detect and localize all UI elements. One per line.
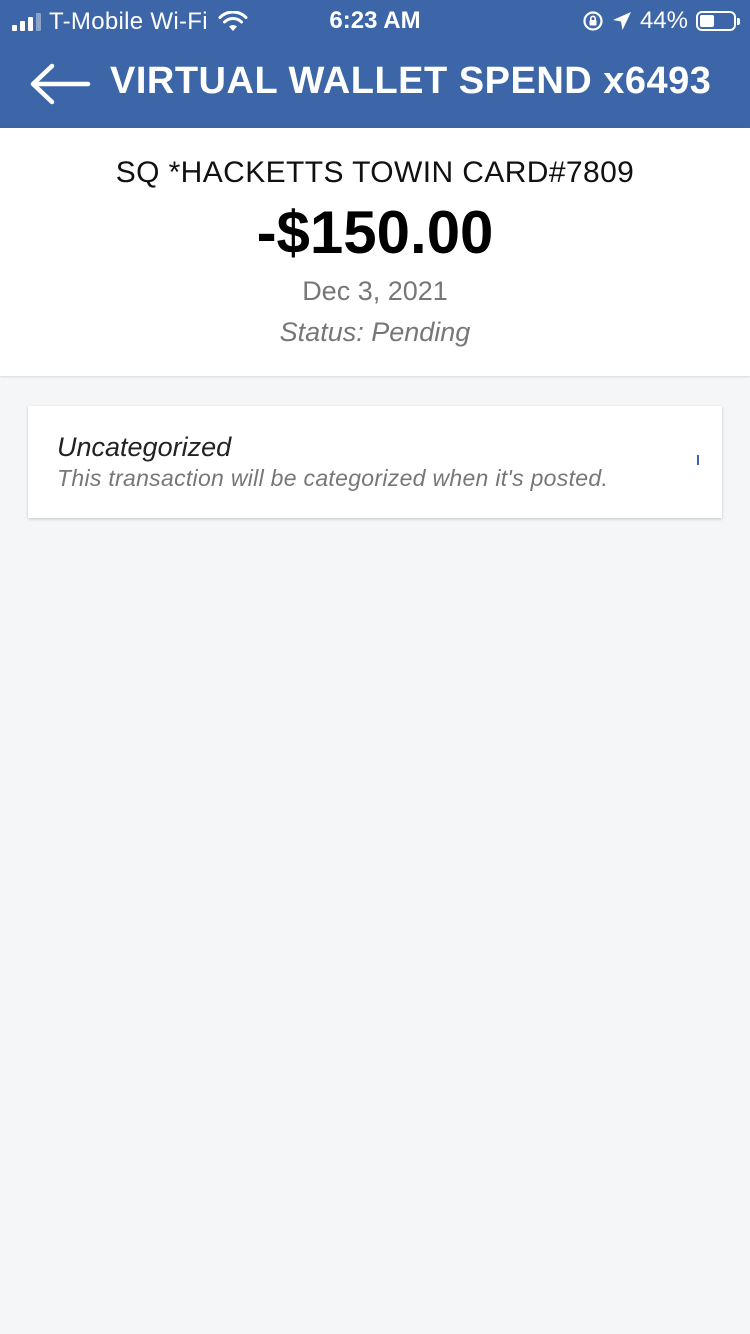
merchant-name: SQ *HACKETTS TOWIN CARD#7809 (115, 156, 635, 189)
back-button[interactable] (28, 60, 92, 108)
battery-fill (700, 15, 715, 27)
arrow-left-icon (30, 63, 91, 105)
transaction-summary: SQ *HACKETTS TOWIN CARD#7809 -$150.00 De… (0, 128, 750, 376)
location-arrow-icon (612, 12, 631, 30)
battery-icon (696, 11, 740, 31)
nav-bar: VIRTUAL WALLET SPEND x6493 (0, 44, 750, 128)
card-edge-marker (697, 455, 699, 465)
top-bar: T-Mobile Wi-Fi 6:23 AM 44% VIRTUAL WALLE… (0, 0, 750, 128)
status-bar: T-Mobile Wi-Fi 6:23 AM 44% (0, 0, 750, 40)
transaction-amount: -$150.00 (256, 199, 494, 266)
category-subtitle: This transaction will be categorized whe… (57, 465, 609, 491)
battery-percent: 44% (639, 7, 688, 34)
category-card[interactable]: Uncategorized This transaction will be c… (28, 406, 722, 518)
category-title: Uncategorized (57, 432, 232, 462)
page-title: VIRTUAL WALLET SPEND x6493 (110, 60, 712, 102)
status-right: 44% (582, 7, 740, 35)
transaction-status: Status: Pending (279, 317, 471, 347)
rotation-lock-icon (583, 11, 603, 31)
transaction-date: Dec 3, 2021 (302, 276, 448, 306)
